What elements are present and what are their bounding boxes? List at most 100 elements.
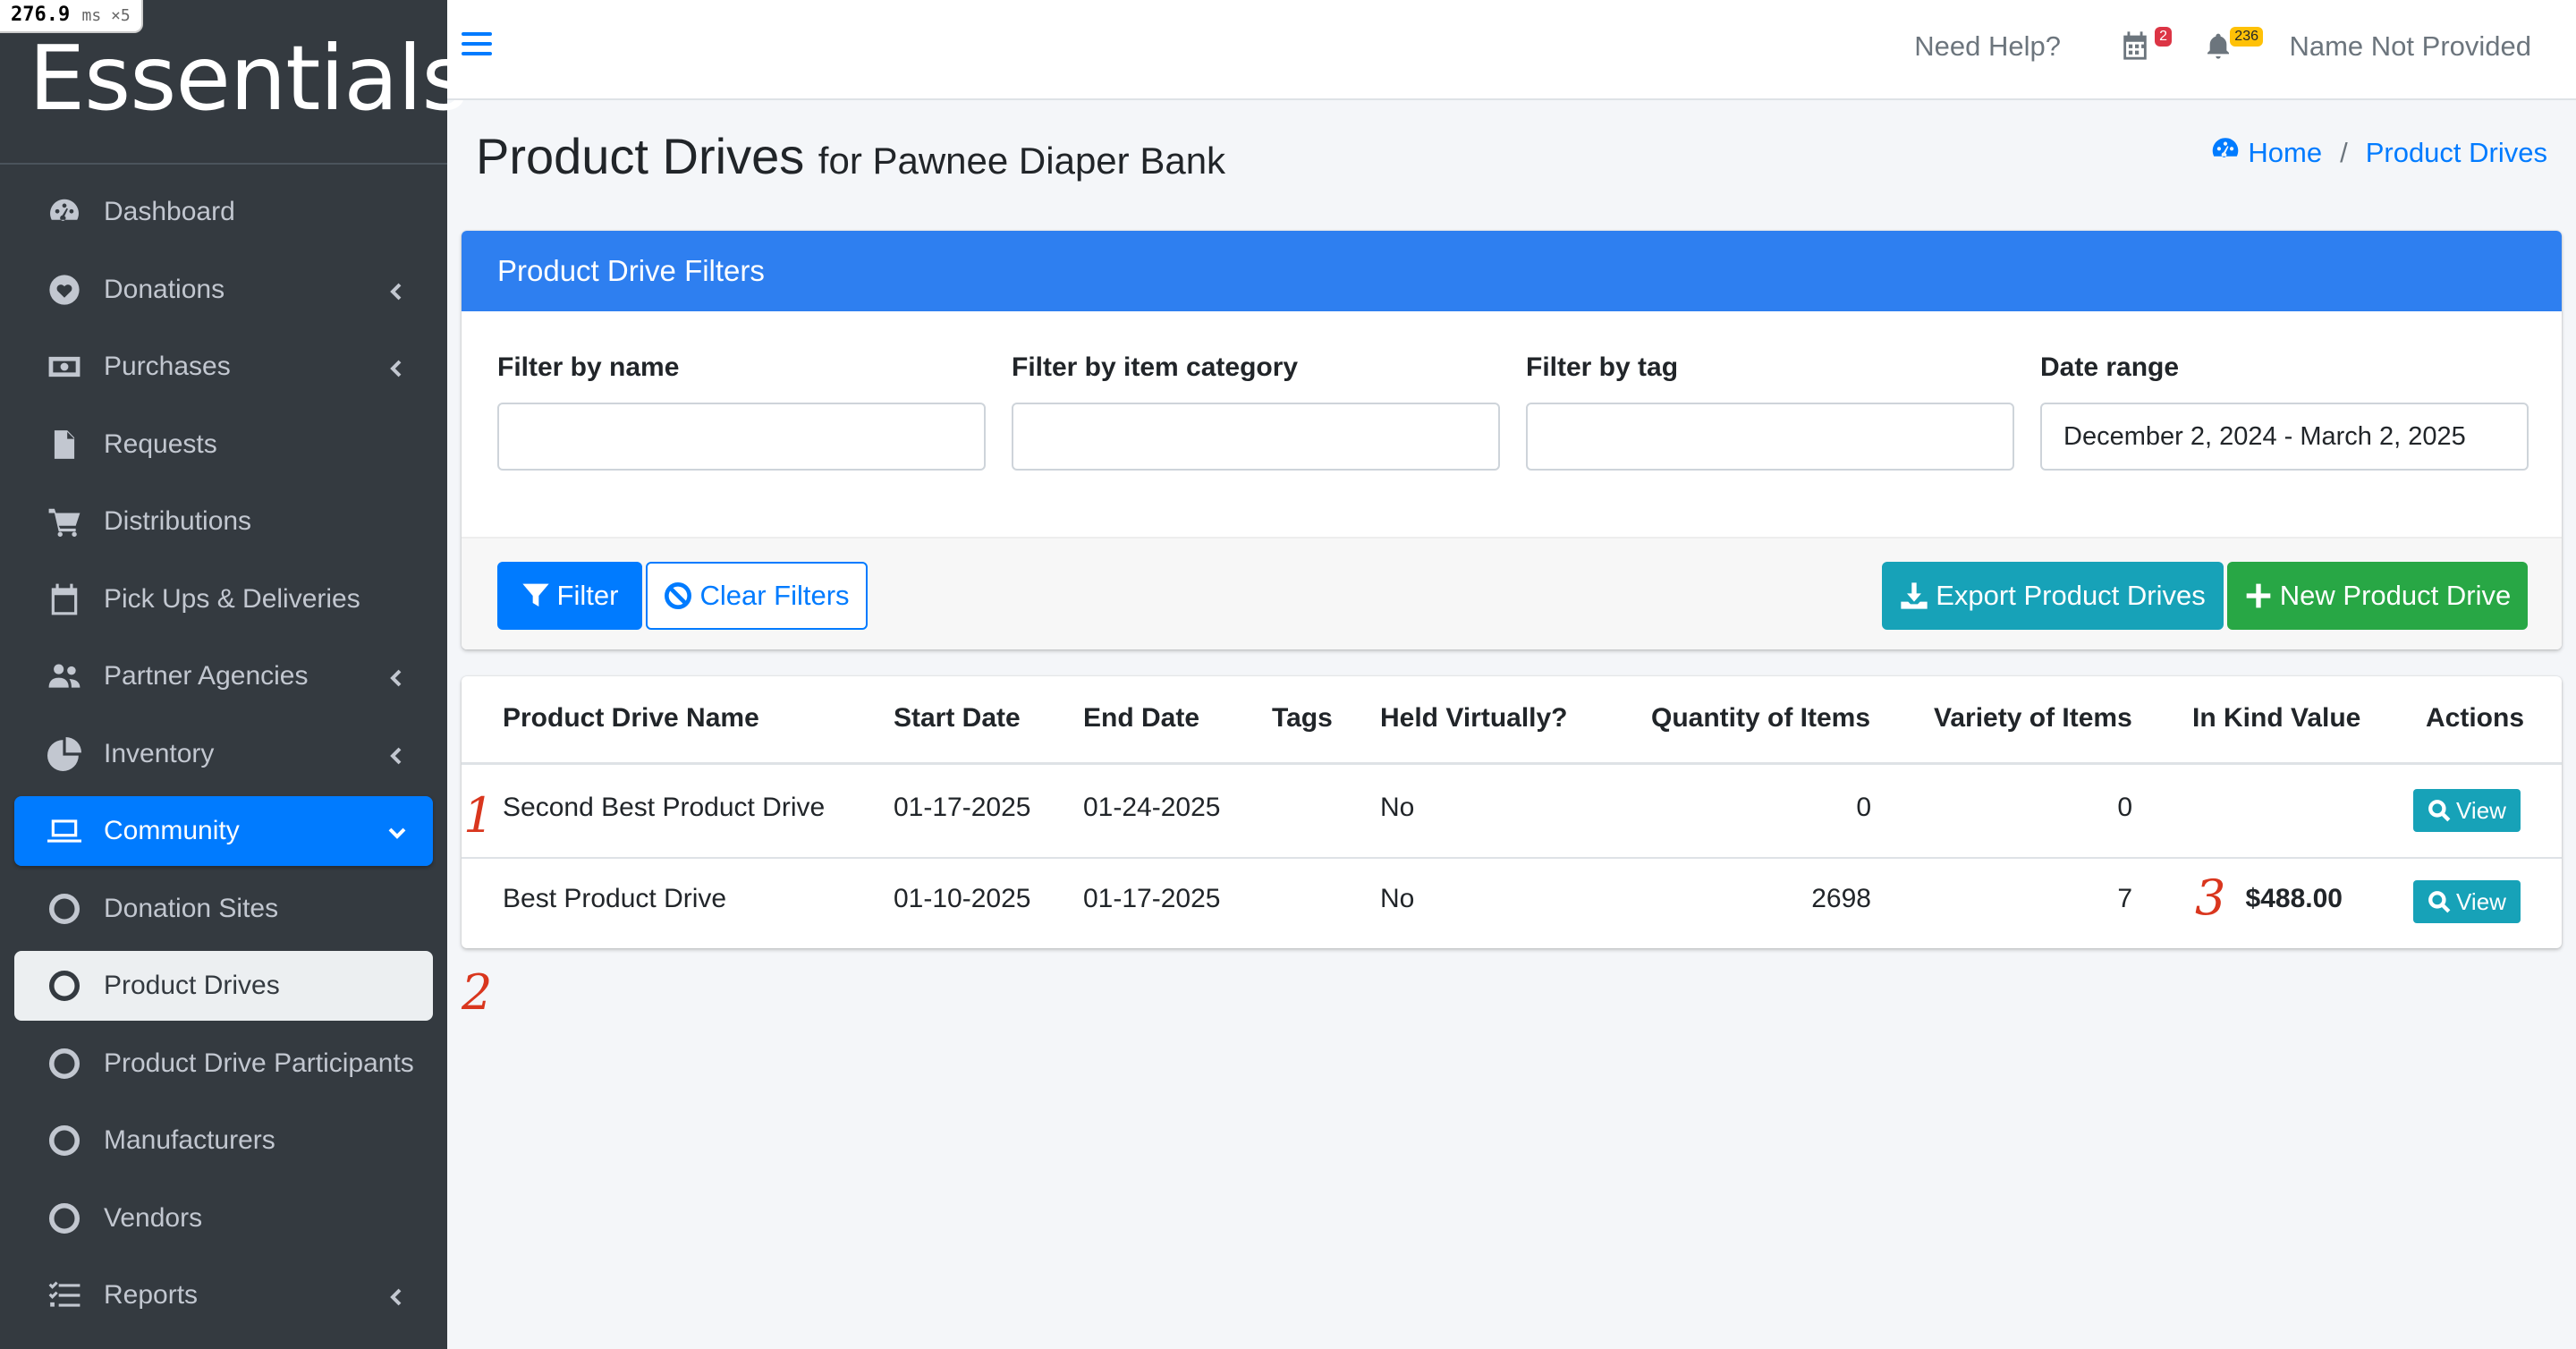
brand-logo[interactable]: Essentials (29, 25, 468, 132)
column-header[interactable]: Quantity of Items (1651, 703, 1870, 734)
breadcrumb-separator: / (2340, 137, 2348, 168)
filters-card: Product Drive Filters Filter by name Fil… (462, 231, 2562, 649)
quantity-cell: 0 (1856, 793, 1871, 822)
variety-cell: 7 (2117, 884, 2132, 913)
held-virtually-cell: No (1380, 793, 1415, 822)
list-check-icon (47, 1277, 82, 1313)
start-date-cell: 01-10-2025 (894, 884, 1031, 913)
column-header[interactable]: Variety of Items (1934, 703, 2132, 734)
money-icon (47, 349, 82, 385)
sidebar-item-distributions[interactable]: Distributions (14, 487, 433, 556)
clear-filters-button[interactable]: Clear Filters (646, 562, 868, 630)
sidebar-item-label: Requests (104, 428, 217, 459)
circle-icon (47, 891, 82, 927)
filter-name-label: Filter by name (497, 352, 680, 382)
view-button[interactable]: View (2413, 789, 2521, 832)
calendar-icon (47, 581, 82, 617)
sidebar-item-label: Inventory (104, 738, 215, 768)
chevron-left-icon (386, 279, 408, 301)
sidebar-item-label: Partner Agencies (104, 661, 309, 691)
filter-name-input[interactable] (497, 403, 986, 471)
sidebar-item-label: Product Drives (104, 971, 280, 1000)
sidebar-item-inventory[interactable]: Inventory (14, 719, 433, 789)
column-header[interactable]: Tags (1272, 703, 1333, 734)
sidebar-item-dashboard[interactable]: Dashboard (14, 177, 433, 247)
sidebar-item-donations[interactable]: Donations (14, 255, 433, 325)
sidebar-item-product-drives[interactable]: Product Drives (14, 951, 433, 1021)
sidebar-item-requests[interactable]: Requests (14, 410, 433, 479)
filter-tag-label: Filter by tag (1526, 352, 1679, 382)
new-product-drive-button[interactable]: New Product Drive (2227, 562, 2528, 630)
start-date-cell: 01-17-2025 (894, 793, 1031, 822)
sidebar-item-purchases[interactable]: Purchases (14, 332, 433, 402)
column-header[interactable]: Held Virtually? (1380, 703, 1568, 734)
sidebar-item-vendors[interactable]: Vendors (14, 1184, 433, 1253)
sidebar-item-label: Purchases (104, 352, 231, 381)
search-icon (2428, 891, 2451, 913)
filter-tag-select[interactable] (1526, 403, 2014, 471)
calendar-icon[interactable] (2120, 30, 2152, 63)
sidebar-item-manufacturers[interactable]: Manufacturers (14, 1106, 433, 1175)
brand: Essentials 276.9 ms ×5 (0, 0, 468, 165)
annotation-2: 2 (462, 964, 493, 1021)
column-header[interactable]: End Date (1083, 703, 1199, 734)
filter-button[interactable]: Filter (497, 562, 642, 630)
page-subtitle: for Pawnee Diaper Bank (818, 140, 1226, 182)
date-range-input[interactable] (2040, 403, 2529, 471)
pie-chart-icon (47, 736, 82, 772)
sidebar-item-pickups[interactable]: Pick Ups & Deliveries (14, 564, 433, 634)
search-icon (2428, 800, 2451, 822)
chevron-left-icon (386, 1285, 408, 1306)
view-button[interactable]: View (2413, 880, 2521, 923)
column-header[interactable]: Start Date (894, 703, 1021, 734)
filter-tag-group: Filter by tag (1526, 352, 2014, 471)
download-icon (1901, 582, 1928, 609)
sidebar-item-label: Distributions (104, 506, 252, 536)
sidebar-item-label: Manufacturers (104, 1125, 275, 1155)
date-range-group: Date range (2040, 352, 2529, 471)
sidebar-item-label: Donation Sites (104, 893, 279, 923)
new-button-label: New Product Drive (2279, 580, 2512, 611)
laptop-icon (47, 813, 82, 849)
need-help-link[interactable]: Need Help? (1914, 30, 2061, 63)
ban-icon (665, 582, 692, 609)
breadcrumb-current[interactable]: Product Drives (2366, 137, 2547, 169)
sidebar-item-label: Product Drive Participants (104, 1048, 414, 1078)
performance-value: 276.9 (11, 4, 71, 26)
sidebar-item-donation-sites[interactable]: Donation Sites (14, 874, 433, 944)
filter-category-select[interactable] (1012, 403, 1500, 471)
sidebar-item-community[interactable]: Community (14, 796, 433, 866)
column-header[interactable]: In Kind Value (2192, 703, 2360, 734)
sidebar-item-reports[interactable]: Reports (14, 1260, 433, 1330)
page-title: Product Drives for Pawnee Diaper Bank (476, 127, 1225, 185)
breadcrumb-home[interactable]: Home (2210, 134, 2322, 172)
sidebar-item-product-drive-participants[interactable]: Product Drive Participants (14, 1029, 433, 1099)
file-icon (47, 427, 82, 462)
chevron-left-icon (386, 743, 408, 765)
performance-unit: ms ×5 (81, 6, 131, 25)
row-divider (462, 857, 2562, 859)
notifications-badge: 236 (2230, 27, 2263, 47)
filters-footer: Filter Clear Filters Export Product Driv… (462, 537, 2562, 649)
drive-name-cell: Best Product Drive (503, 884, 727, 913)
heart-icon (47, 272, 82, 308)
filter-icon (521, 583, 549, 607)
view-button-label: View (2456, 887, 2506, 915)
sidebar-item-label: Community (104, 816, 240, 845)
sidebar-item-partner-agencies[interactable]: Partner Agencies (14, 641, 433, 711)
chevron-left-icon (386, 356, 408, 378)
cart-icon (47, 504, 82, 539)
view-button-label: View (2456, 796, 2506, 824)
end-date-cell: 01-17-2025 (1083, 884, 1221, 913)
user-menu[interactable]: Name Not Provided (2289, 30, 2531, 63)
product-drives-table: Product Drive Name Start Date End Date T… (462, 676, 2562, 948)
export-product-drives-button[interactable]: Export Product Drives (1882, 562, 2224, 630)
annotation-3: 3 (2195, 870, 2226, 926)
sidebar-item-label: Pick Ups & Deliveries (104, 583, 360, 614)
performance-badge: 276.9 ms ×5 (0, 0, 143, 33)
chevron-down-icon (386, 820, 408, 842)
hamburger-menu-icon[interactable] (462, 32, 492, 63)
chevron-left-icon (386, 666, 408, 687)
column-header[interactable]: Product Drive Name (503, 703, 759, 734)
circle-icon (47, 968, 82, 1004)
